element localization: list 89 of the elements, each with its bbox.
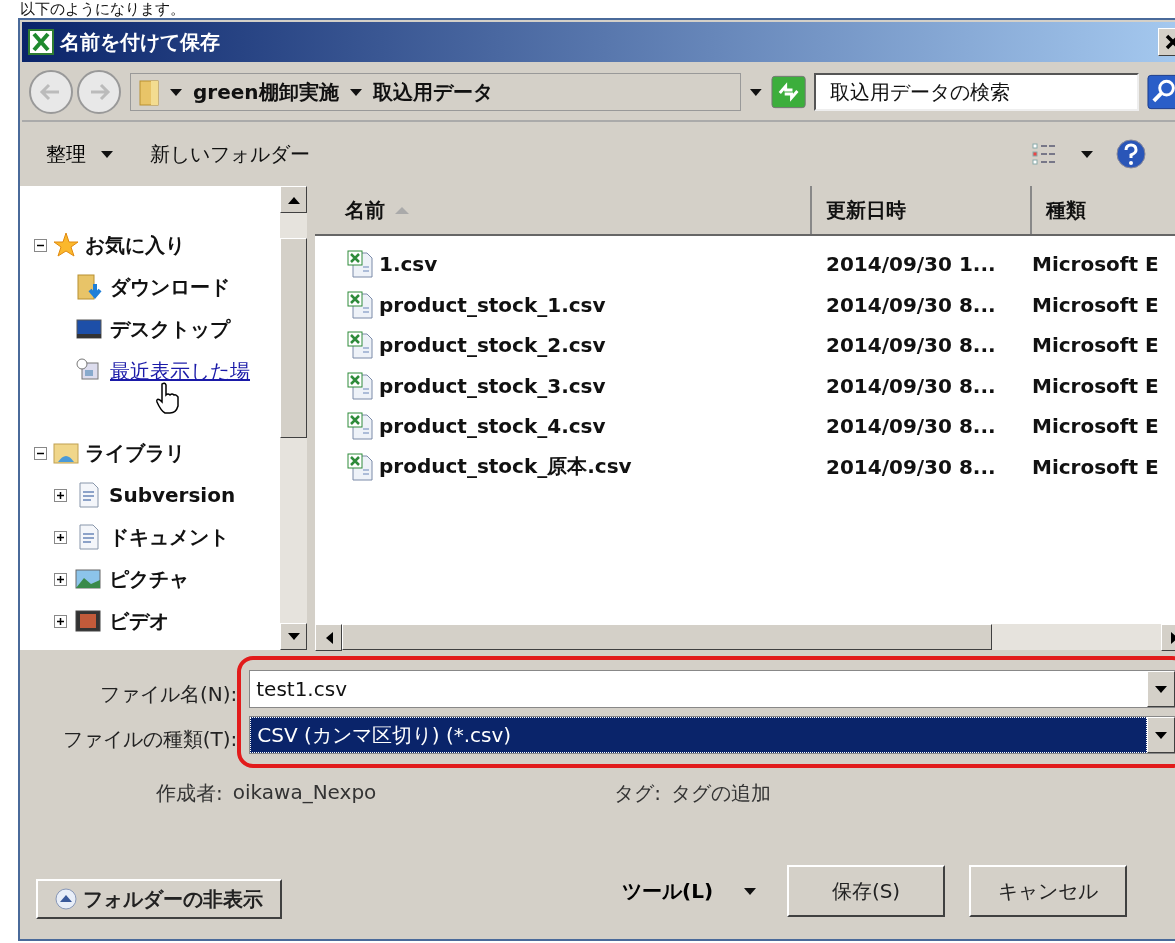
tree-item[interactable]: ビデオ: [109, 607, 169, 635]
video-library-icon: [75, 608, 101, 634]
spreadsheet-file-icon: [347, 250, 373, 279]
hide-folders-button[interactable]: フォルダーの非表示: [36, 879, 282, 919]
collapse-up-icon: [55, 888, 77, 910]
scroll-left-icon[interactable]: [324, 631, 333, 644]
save-button[interactable]: 保存(S): [787, 865, 946, 917]
expand-icon[interactable]: [54, 572, 67, 586]
hand-cursor-icon: [154, 382, 180, 414]
file-name[interactable]: product_stock_4.csv: [379, 414, 606, 439]
expand-icon[interactable]: [54, 488, 67, 502]
tree-item[interactable]: デスクトップ: [110, 315, 230, 343]
file-name[interactable]: product_stock_原本.csv: [379, 453, 632, 481]
meta-label: 作成者:: [156, 780, 223, 807]
tools-menu[interactable]: ツール(L): [622, 877, 758, 905]
table-cell-text: Microsoft E: [1032, 414, 1160, 439]
picture-library-icon: [75, 566, 101, 592]
table-cell-text: Microsoft E: [1032, 373, 1160, 398]
dropdown-caret-icon[interactable]: [749, 87, 763, 97]
table-cell-text: Microsoft E: [1032, 252, 1160, 277]
collapse-icon[interactable]: [34, 238, 47, 252]
spreadsheet-file-icon: [347, 412, 373, 441]
spreadsheet-app-icon: [28, 29, 54, 55]
dropdown-arrow-icon[interactable]: [1155, 731, 1167, 739]
tags-link[interactable]: タグの追加: [671, 780, 772, 807]
meta-label: タグ:: [614, 780, 662, 807]
search-button[interactable]: [1146, 74, 1175, 110]
library-folder-icon: [53, 440, 79, 466]
tree-item[interactable]: ピクチャ: [109, 565, 189, 593]
file-name[interactable]: 1.csv: [379, 252, 438, 277]
spreadsheet-file-icon: [347, 331, 373, 360]
desktop-icon: [76, 316, 102, 342]
field-label: ファイルの種類(T):: [62, 726, 238, 753]
folder-icon: [139, 78, 159, 106]
table-cell-text: Microsoft E: [1032, 292, 1160, 317]
organize-menu[interactable]: 整理: [46, 140, 114, 168]
table-cell-text: 2014/09/30 8...: [825, 373, 997, 398]
caret-icon: [169, 87, 183, 97]
expand-icon[interactable]: [54, 614, 67, 628]
vertical-scrollbar[interactable]: [280, 186, 307, 650]
table-cell-text: Microsoft E: [1032, 454, 1160, 479]
table-cell-text: 2014/09/30 8...: [825, 333, 997, 358]
file-name[interactable]: product_stock_2.csv: [379, 333, 606, 358]
spreadsheet-file-icon: [347, 452, 373, 481]
view-list-icon[interactable]: [1032, 142, 1058, 166]
tree-item[interactable]: Subversion: [109, 483, 236, 507]
breadcrumb[interactable]: green棚卸実施: [193, 78, 339, 106]
download-folder-icon: [76, 274, 102, 300]
tree-link[interactable]: 最近表示した場: [110, 357, 250, 385]
search-field[interactable]: 取込用データの検索: [813, 73, 1139, 111]
expand-icon[interactable]: [54, 530, 67, 544]
tree-item[interactable]: ライブラリ: [85, 439, 185, 467]
spreadsheet-file-icon: [347, 371, 373, 400]
table-cell-text: Microsoft E: [1032, 333, 1160, 358]
table-cell-text: 2014/09/30 8...: [825, 454, 997, 479]
field-label: ファイル名(N):: [99, 681, 238, 708]
refresh-button[interactable]: [770, 75, 806, 109]
file-name[interactable]: product_stock_3.csv: [379, 373, 606, 398]
caret-icon: [348, 87, 363, 97]
column-header[interactable]: 名前: [315, 186, 812, 234]
window-title: 名前を付けて保存: [60, 28, 221, 56]
address-bar[interactable]: green棚卸実施 取込用データ: [130, 73, 741, 111]
file-name-field[interactable]: test1.csv: [249, 670, 1175, 708]
caret-icon: [100, 149, 114, 159]
breadcrumb[interactable]: 取込用データ: [372, 78, 493, 106]
new-folder-button[interactable]: 新しいフォルダー: [150, 140, 310, 168]
table-cell-text: 2014/09/30 1...: [825, 252, 997, 277]
tree-item[interactable]: ドキュメント: [109, 523, 229, 551]
spreadsheet-file-icon: [347, 290, 373, 319]
meta-value: oikawa_Nexpo: [232, 780, 377, 806]
file-name[interactable]: product_stock_1.csv: [379, 292, 606, 317]
scroll-up-icon[interactable]: [287, 195, 300, 204]
file-type-dropdown[interactable]: CSV (カンマ区切り) (*.csv): [249, 716, 1175, 754]
tree-item[interactable]: お気に入り: [85, 231, 185, 259]
table-cell-text: 2014/09/30 8...: [825, 292, 997, 317]
help-icon[interactable]: [1116, 139, 1146, 169]
column-header[interactable]: 種類: [1032, 186, 1175, 234]
scroll-down-icon[interactable]: [287, 632, 300, 641]
collapse-icon[interactable]: [34, 446, 47, 460]
tree-item[interactable]: ダウンロード: [110, 273, 230, 301]
caret-icon: [743, 886, 758, 896]
caption-text: 以下のようになります。: [19, 0, 185, 18]
view-caret-icon[interactable]: [1080, 149, 1094, 159]
column-header[interactable]: 更新日時: [812, 186, 1032, 234]
table-cell-text: 2014/09/30 8...: [825, 414, 997, 439]
cancel-button[interactable]: キャンセル: [969, 865, 1128, 917]
dropdown-arrow-icon[interactable]: [1155, 685, 1167, 693]
star-icon: [53, 232, 79, 258]
horizontal-scrollbar[interactable]: [315, 624, 1175, 650]
